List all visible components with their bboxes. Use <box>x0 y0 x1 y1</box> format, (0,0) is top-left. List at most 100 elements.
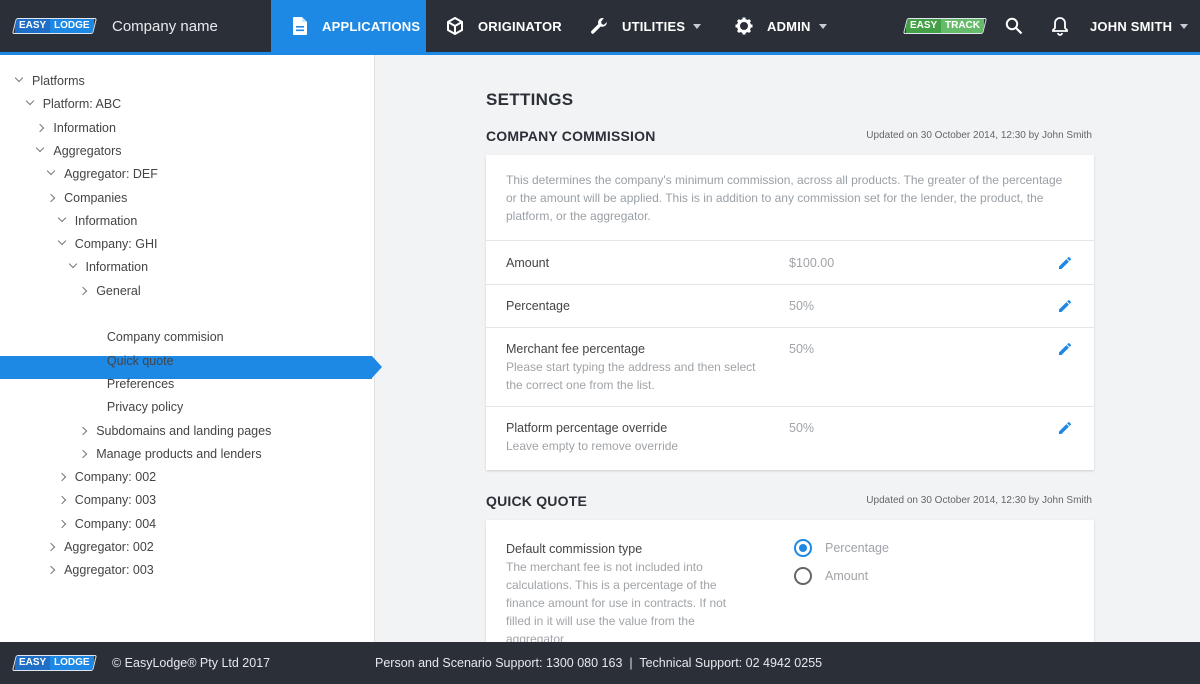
quick-quote-title: QUICK QUOTE <box>486 493 587 509</box>
row-value: 50% <box>789 342 815 356</box>
chevron-right-icon[interactable] <box>57 496 67 505</box>
tree-item-label: Information <box>74 213 138 228</box>
nav-applications[interactable]: APPLICATIONS <box>292 0 420 52</box>
chevron-right-icon[interactable] <box>46 542 56 552</box>
tree-item-label: Company: 004 <box>74 516 157 531</box>
chevron-down-icon[interactable] <box>68 260 77 269</box>
user-menu[interactable]: JOHN SMITH <box>1090 0 1189 52</box>
chevron-down-icon[interactable] <box>25 97 34 106</box>
nav-utilities[interactable]: UTILITIES <box>590 0 702 52</box>
footer-copyright: © EasyLodge® Pty Ltd 2017 <box>112 656 271 670</box>
tree-item[interactable]: Manage products and lenders <box>78 443 262 465</box>
chevron-right-icon[interactable] <box>78 449 88 459</box>
document-icon <box>293 17 307 35</box>
chevron-down-icon[interactable] <box>57 213 67 223</box>
easytrack-logo[interactable]: EASY TRACK <box>903 18 988 34</box>
logo-part2: LODGE <box>50 19 94 33</box>
tree-item[interactable]: Platform: ABC <box>25 93 121 115</box>
tree-item[interactable]: Company: 003 <box>57 489 157 511</box>
tree-item-label: General <box>96 283 141 298</box>
edit-pencil-icon[interactable] <box>1058 421 1072 435</box>
notifications-button[interactable] <box>1051 16 1069 36</box>
chevron-down-icon[interactable] <box>57 236 67 246</box>
row-help: Leave empty to remove override <box>506 439 679 453</box>
edit-pencil-icon[interactable] <box>1058 299 1072 313</box>
chevron-down-icon <box>1180 23 1189 29</box>
tree-item[interactable]: Privacy policy <box>107 396 183 418</box>
nav-admin[interactable]: ADMIN <box>735 0 827 52</box>
quick-quote-updated: Updated on 30 October 2014, 12:30 by Joh… <box>866 495 1092 506</box>
search-button[interactable] <box>1005 17 1023 35</box>
easylodge-logo[interactable]: EASY LODGE <box>12 18 97 34</box>
tree-item[interactable]: Company: GHI <box>57 233 157 255</box>
chevron-right-icon[interactable] <box>46 193 56 202</box>
chevron-down-icon[interactable] <box>46 166 56 176</box>
chevron-right-icon[interactable] <box>57 519 67 528</box>
setting-row-percentage: Percentage 50% <box>486 284 1094 327</box>
tree-item[interactable]: Aggregator: DEF <box>46 163 158 185</box>
tree-item[interactable]: General <box>78 280 141 302</box>
footer-easylodge-logo: EASY LODGE <box>12 655 97 671</box>
row-label: Amount <box>506 256 550 270</box>
radio-percentage[interactable] <box>794 539 812 557</box>
user-name: JOHN SMITH <box>1090 18 1173 34</box>
logo-part1: EASY <box>15 656 51 670</box>
selected-item-highlight <box>0 356 382 379</box>
tree-item[interactable]: Preferences <box>107 373 174 395</box>
chevron-down-icon <box>818 23 827 29</box>
tree-item[interactable]: Aggregator: 002 <box>46 536 154 558</box>
chevron-right-icon[interactable] <box>57 472 67 482</box>
top-navigation-bar: EASY LODGE Company name APPLICATIONS ORI… <box>0 0 1200 55</box>
radio-amount[interactable] <box>794 567 812 585</box>
tree-item-label: Aggregator: 002 <box>64 540 154 554</box>
chevron-right-icon[interactable] <box>78 286 88 295</box>
nav-originator[interactable]: ORIGINATOR <box>446 0 562 52</box>
radio-percentage-label[interactable]: Percentage <box>825 541 889 555</box>
tree-item-label: Platforms <box>32 74 85 88</box>
tree-item[interactable]: Company commision <box>107 326 224 348</box>
tree-item[interactable]: Subdomains and landing pages <box>78 420 272 442</box>
tree-item-label: Manage products and lenders <box>96 446 262 461</box>
easytrack-part1: EASY <box>906 19 942 33</box>
chevron-down-icon[interactable] <box>78 306 88 316</box>
nav-applications-label: APPLICATIONS <box>322 18 421 34</box>
gear-icon <box>735 17 753 35</box>
tree-item-label: Company: 003 <box>74 493 157 508</box>
tree-item[interactable]: Information <box>57 210 138 232</box>
tree-item[interactable]: Quick quote <box>107 350 174 372</box>
footer-support: Person and Scenario Support: 1300 080 16… <box>375 656 823 670</box>
tree-item[interactable]: Company: 002 <box>57 466 156 488</box>
tree-item[interactable]: Companies <box>46 187 127 209</box>
tree-item[interactable]: Aggregators <box>36 140 122 162</box>
row-value: 50% <box>789 299 815 313</box>
edit-pencil-icon[interactable] <box>1058 342 1072 356</box>
tree-item-label: Aggregator: 003 <box>64 563 154 578</box>
tree-item-label: Quick quote <box>106 353 174 368</box>
tree-item-label: Subdomains and landing pages <box>96 423 272 438</box>
tree-item-label: Aggregator: DEF <box>64 167 158 182</box>
setting-row-merchant-fee: Merchant fee percentage Please start typ… <box>486 327 1094 406</box>
tree-item-label: Company commision <box>106 330 224 345</box>
chevron-down-icon <box>693 23 702 29</box>
tree-item[interactable]: Information <box>68 256 149 278</box>
tree-item[interactable]: Settings <box>78 303 146 325</box>
sidebar-tree: Platforms Platform: ABC Information Aggrega… <box>0 55 382 642</box>
tree-item-label: Information <box>53 120 116 135</box>
chevron-right-icon[interactable] <box>46 566 56 575</box>
chevron-down-icon[interactable] <box>14 73 24 83</box>
company-commission-card: This determines the company's minimum co… <box>486 155 1094 470</box>
tree-item[interactable]: Aggregator: 003 <box>46 559 154 581</box>
tree-item[interactable]: Information <box>36 117 116 139</box>
edit-pencil-icon[interactable] <box>1058 256 1072 270</box>
logo-part1: EASY <box>15 19 51 33</box>
tree-item-label: Information <box>85 260 149 275</box>
chevron-right-icon[interactable] <box>78 426 88 435</box>
tree-item[interactable]: Company: 004 <box>57 513 157 535</box>
chevron-right-icon[interactable] <box>36 123 45 132</box>
company-commission-description: This determines the company's minimum co… <box>506 173 1063 223</box>
tree-item-label: Privacy policy <box>106 400 184 415</box>
tree-item[interactable]: Platforms <box>14 70 85 92</box>
radio-amount-label[interactable]: Amount <box>825 569 868 583</box>
chevron-down-icon[interactable] <box>36 143 45 153</box>
company-commission-updated: Updated on 30 October 2014, 12:30 by Joh… <box>866 130 1092 141</box>
